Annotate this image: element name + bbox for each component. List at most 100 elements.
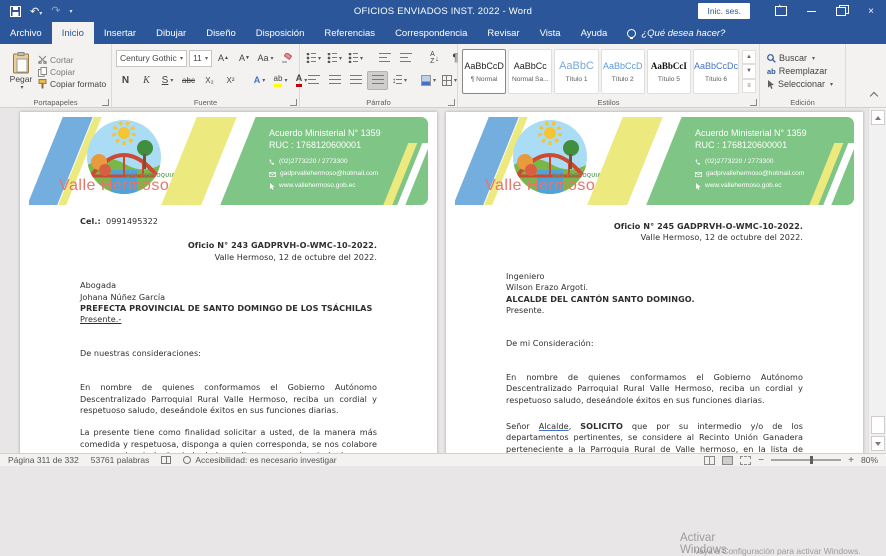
increase-indent-icon	[400, 53, 412, 63]
tell-me-box[interactable]: ¿Qué desea hacer?	[617, 22, 735, 44]
word-count[interactable]: 53761 palabras	[91, 455, 150, 465]
cut-button[interactable]: Cortar	[38, 55, 106, 65]
minimize-button[interactable]	[796, 0, 826, 22]
print-layout-icon[interactable]	[722, 456, 733, 465]
style-titulo-6[interactable]: AaBbCcDc Título 6	[693, 49, 739, 94]
select-button[interactable]: Seleccionar▾	[767, 79, 842, 89]
font-size-combobox[interactable]: 11▾	[189, 50, 212, 67]
paragraph-dialog-launcher-icon[interactable]	[448, 99, 455, 106]
find-button[interactable]: Buscar▾	[767, 53, 842, 63]
word-window: { "titlebar": { "title": "OFICIOS ENVIAD…	[0, 0, 886, 466]
cursor-icon	[269, 183, 275, 190]
ribbon-tabs: Archivo Inicio Insertar Dibujar Diseño D…	[0, 22, 886, 44]
bold-button[interactable]: N	[116, 72, 135, 89]
accessibility-status[interactable]: Accesibilidad: es necesario investigar	[183, 455, 336, 465]
tab-correspondencia[interactable]: Correspondencia	[385, 22, 477, 44]
close-button[interactable]: ×	[856, 0, 886, 22]
zoom-slider-thumb[interactable]	[810, 456, 813, 464]
numbering-button[interactable]: ▾	[325, 50, 344, 67]
grow-font-button[interactable]: A▲	[214, 50, 233, 67]
read-mode-icon[interactable]	[704, 456, 715, 465]
scrollbar-thumb[interactable]	[871, 416, 885, 434]
font-name-value: Century Gothic	[120, 53, 177, 63]
tab-ayuda[interactable]: Ayuda	[571, 22, 618, 44]
tab-diseno[interactable]: Diseño	[196, 22, 246, 44]
multilevel-list-button[interactable]: ▾	[346, 50, 365, 67]
scroll-down-button[interactable]	[871, 436, 885, 451]
clear-formatting-button[interactable]	[277, 50, 296, 67]
tab-disposicion[interactable]: Disposición	[246, 22, 315, 44]
sort-button[interactable]: AZ↓	[425, 50, 444, 67]
font-name-combobox[interactable]: Century Gothic▾	[116, 50, 187, 67]
change-case-button[interactable]: Aa▾	[256, 50, 275, 67]
style-titulo-1[interactable]: AaBbC Título 1	[554, 49, 598, 94]
styles-gallery-more-icon[interactable]: ≡	[742, 79, 756, 93]
italic-button[interactable]: K	[137, 72, 156, 89]
copy-button[interactable]: Copiar	[38, 67, 106, 77]
tab-revisar[interactable]: Revisar	[477, 22, 529, 44]
style-normal[interactable]: AaBbCcD ¶ Normal	[462, 49, 506, 94]
styles-gallery-down-icon[interactable]: ▼	[742, 64, 756, 78]
styles-gallery-up-icon[interactable]: ▲	[742, 50, 756, 64]
window-controls: Inic. ses. ×	[698, 0, 886, 22]
ribbon: Pegar ▾ Cortar Copiar Copiar formato Por…	[0, 44, 886, 108]
document-area[interactable]: GAD PARROQUIAL Valle Hermoso Acuerdo Min…	[0, 108, 886, 453]
salutation: De mi Consideración:	[506, 338, 803, 349]
page-1[interactable]: GAD PARROQUIAL Valle Hermoso Acuerdo Min…	[20, 112, 437, 453]
redo-button[interactable]: ↷	[51, 6, 60, 17]
save-icon[interactable]	[10, 6, 21, 17]
format-painter-button[interactable]: Copiar formato	[38, 79, 106, 89]
style-normal-sa[interactable]: AaBbCc Normal Sa...	[508, 49, 552, 94]
superscript-button[interactable]: X²	[221, 72, 240, 89]
text-effects-button[interactable]: A▾	[250, 72, 269, 89]
styles-dialog-launcher-icon[interactable]	[750, 99, 757, 106]
align-center-button[interactable]	[325, 72, 344, 89]
highlight-button[interactable]: ab▾	[271, 72, 290, 89]
tab-insertar[interactable]: Insertar	[94, 22, 146, 44]
align-right-button[interactable]	[346, 72, 365, 89]
vertical-scrollbar[interactable]	[868, 108, 886, 453]
web-layout-icon[interactable]	[740, 456, 751, 465]
style-titulo-5[interactable]: AaBbCcI Título 5	[647, 49, 691, 94]
borders-button[interactable]: ▾	[440, 72, 459, 89]
ribbon-display-options-button[interactable]	[766, 0, 796, 22]
subscript-button[interactable]: X₂	[200, 72, 219, 89]
letter-body-2[interactable]: Oficio N° 245 GADPRVH-O-WMC-10-2022. Val…	[446, 221, 863, 453]
shading-button[interactable]: ▾	[419, 72, 438, 89]
bullets-button[interactable]: ▾	[304, 50, 323, 67]
highlight-icon: ab	[274, 74, 283, 87]
line-spacing-button[interactable]: ↕▾	[390, 72, 409, 89]
align-left-button[interactable]	[304, 72, 323, 89]
zoom-out-button[interactable]: −	[758, 455, 764, 466]
page-2[interactable]: GAD PARROQUIAL Valle Hermoso Acuerdo Min…	[446, 112, 863, 453]
tab-vista[interactable]: Vista	[530, 22, 571, 44]
clipboard-dialog-launcher-icon[interactable]	[102, 99, 109, 106]
page-indicator[interactable]: Página 311 de 332	[8, 455, 79, 465]
font-dialog-launcher-icon[interactable]	[290, 99, 297, 106]
paste-button[interactable]: Pegar ▾	[4, 47, 38, 96]
replace-button[interactable]: ab Reemplazar	[767, 66, 842, 76]
phone-icon	[269, 159, 275, 165]
justify-button[interactable]	[367, 71, 388, 90]
zoom-in-button[interactable]: +	[848, 455, 854, 466]
zoom-slider[interactable]	[771, 459, 841, 461]
tab-dibujar[interactable]: Dibujar	[146, 22, 196, 44]
customize-quick-access-icon[interactable]: ▾	[69, 8, 72, 15]
underline-button[interactable]: S▾	[158, 72, 177, 89]
shrink-font-button[interactable]: A▼	[235, 50, 254, 67]
decrease-indent-button[interactable]	[375, 50, 394, 67]
collapse-ribbon-button[interactable]	[871, 91, 877, 101]
style-titulo-2[interactable]: AaBbCcD Título 2	[601, 49, 645, 94]
tab-archivo[interactable]: Archivo	[0, 22, 52, 44]
tab-referencias[interactable]: Referencias	[314, 22, 385, 44]
restore-button[interactable]	[826, 0, 856, 22]
sign-in-button[interactable]: Inic. ses.	[698, 3, 750, 19]
zoom-level[interactable]: 80%	[861, 455, 878, 465]
scroll-up-button[interactable]	[871, 110, 885, 125]
increase-indent-button[interactable]	[396, 50, 415, 67]
tab-inicio[interactable]: Inicio	[52, 22, 94, 44]
strikethrough-button[interactable]: abc	[179, 72, 198, 89]
undo-button[interactable]: ↶▾	[30, 2, 42, 20]
letter-body-1[interactable]: Cel.: 0991495322 Oficio N° 243 GADPRVH-O…	[20, 216, 437, 453]
proofing-errors-icon[interactable]	[161, 456, 171, 464]
